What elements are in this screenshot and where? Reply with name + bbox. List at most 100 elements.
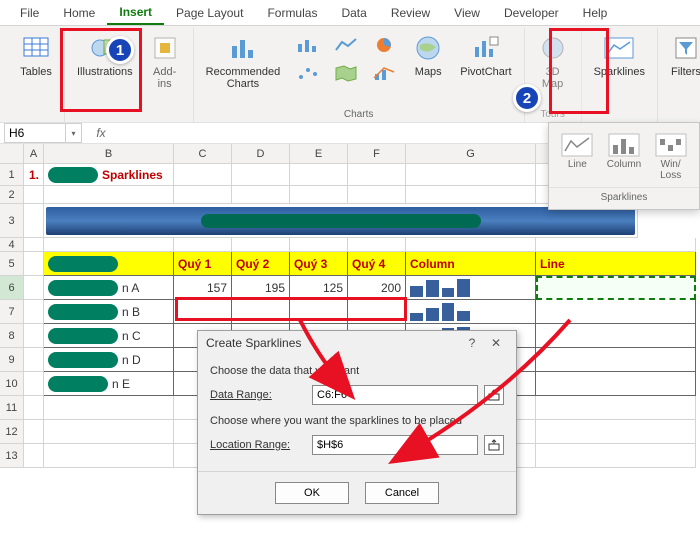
table-header[interactable]: Quý 1 (174, 252, 232, 276)
tab-review[interactable]: Review (379, 2, 442, 24)
cell[interactable]: n D (44, 348, 174, 372)
tours-group-label: Tours (540, 109, 564, 122)
tab-home[interactable]: Home (51, 2, 107, 24)
row-header[interactable]: 12 (0, 420, 24, 444)
cell[interactable]: 195 (232, 276, 290, 300)
cell[interactable]: 157 (174, 276, 232, 300)
row-header[interactable]: 3 (0, 204, 24, 238)
cell[interactable]: n A (44, 276, 174, 300)
cancel-button[interactable]: Cancel (365, 482, 439, 504)
sparkline-winloss-icon (655, 133, 687, 157)
col-header-d[interactable]: D (232, 144, 290, 163)
cell[interactable] (406, 276, 536, 300)
recommended-charts-button[interactable]: Recommended Charts (200, 30, 287, 92)
row-header[interactable]: 9 (0, 348, 24, 372)
location-range-picker[interactable] (484, 435, 504, 455)
recommended-charts-label: Recommended Charts (206, 66, 281, 90)
name-box-dropdown[interactable]: ▾ (66, 123, 82, 143)
chart-map-icon[interactable] (328, 60, 364, 86)
sparkline-column-button[interactable]: Column (602, 131, 646, 183)
table-header[interactable]: Column (406, 252, 536, 276)
row-header[interactable]: 1 (0, 164, 24, 186)
tab-view[interactable]: View (442, 2, 492, 24)
select-all-corner[interactable] (0, 144, 24, 163)
col-header-g[interactable]: G (406, 144, 536, 163)
cell[interactable]: 1. (24, 164, 44, 186)
illustrations-label: Illustrations (77, 66, 133, 78)
pivotchart-icon (470, 32, 502, 64)
chart-scatter-icon[interactable] (290, 60, 326, 86)
3d-map-button[interactable]: 3D Map (531, 30, 575, 92)
sparkline-column-icon (608, 133, 640, 157)
3d-map-label: 3D Map (542, 66, 563, 90)
maps-button[interactable]: Maps (406, 30, 450, 80)
group-tables: Tables (8, 28, 65, 122)
callout-badge-2: 2 (513, 84, 541, 112)
fx-icon[interactable]: fx (90, 126, 112, 140)
data-range-input[interactable] (312, 385, 478, 405)
data-range-picker[interactable] (484, 385, 504, 405)
sparkline-winloss-button[interactable]: Win/ Loss (649, 131, 693, 183)
table-header[interactable]: Quý 3 (290, 252, 348, 276)
row-header[interactable]: 11 (0, 396, 24, 420)
row-header[interactable]: 10 (0, 372, 24, 396)
row-header[interactable]: 4 (0, 238, 24, 252)
table-header[interactable]: Line (536, 252, 696, 276)
tab-developer[interactable]: Developer (492, 2, 571, 24)
group-filters: Filters (658, 28, 700, 122)
col-header-f[interactable]: F (348, 144, 406, 163)
data-range-label: Data Range: (210, 389, 306, 401)
section-title: Sparklines (102, 168, 163, 182)
cell[interactable]: n C (44, 324, 174, 348)
row-header[interactable]: 13 (0, 444, 24, 468)
row-header[interactable]: 2 (0, 186, 24, 204)
chart-column-icon[interactable] (290, 32, 326, 58)
ribbon-tabs: File Home Insert Page Layout Formulas Da… (0, 0, 700, 26)
sparkline-line-button[interactable]: Line (555, 131, 599, 183)
tab-formulas[interactable]: Formulas (255, 2, 329, 24)
ok-button[interactable]: OK (275, 482, 349, 504)
cell[interactable]: 200 (348, 276, 406, 300)
chart-line-icon[interactable] (328, 32, 364, 58)
selected-cell-h6[interactable] (536, 276, 696, 300)
cell[interactable]: 125 (290, 276, 348, 300)
sparklines-icon (603, 32, 635, 64)
dialog-close-button[interactable]: ✕ (484, 336, 508, 350)
table-header[interactable]: Quý 4 (348, 252, 406, 276)
row-header[interactable]: 5 (0, 252, 24, 276)
location-range-label: Location Range: (210, 439, 306, 451)
chart-pie-icon[interactable] (366, 32, 402, 58)
tab-insert[interactable]: Insert (107, 1, 164, 25)
sparklines-button[interactable]: Sparklines (588, 30, 651, 80)
tab-file[interactable]: File (8, 2, 51, 24)
name-box[interactable] (4, 123, 66, 143)
cell[interactable]: n E (44, 372, 174, 396)
table-header[interactable] (44, 252, 174, 276)
tables-label: Tables (20, 66, 52, 78)
cell[interactable]: n B (44, 300, 174, 324)
table-header[interactable]: Quý 2 (232, 252, 290, 276)
tables-button[interactable]: Tables (14, 30, 58, 80)
col-header-c[interactable]: C (174, 144, 232, 163)
sparklines-label: Sparklines (594, 66, 645, 78)
chart-combo-icon[interactable] (366, 60, 402, 86)
col-header-e[interactable]: E (290, 144, 348, 163)
row-header[interactable]: 7 (0, 300, 24, 324)
filters-button[interactable]: Filters (664, 30, 700, 80)
row-header[interactable]: 8 (0, 324, 24, 348)
tab-page-layout[interactable]: Page Layout (164, 2, 255, 24)
tab-help[interactable]: Help (571, 2, 620, 24)
filters-label: Filters (671, 66, 700, 78)
sparkline-column-label: Column (607, 159, 641, 170)
dialog-help-button[interactable]: ? (460, 336, 484, 350)
location-range-input[interactable] (312, 435, 478, 455)
col-header-a[interactable]: A (24, 144, 44, 163)
cell[interactable]: Sparklines (44, 164, 174, 186)
col-header-b[interactable]: B (44, 144, 174, 163)
pivotchart-button[interactable]: PivotChart (454, 30, 517, 80)
table-icon (20, 32, 52, 64)
row-header[interactable]: 6 (0, 276, 24, 300)
tab-data[interactable]: Data (329, 2, 378, 24)
callout-badge-1: 1 (106, 36, 134, 64)
addins-button[interactable]: Add- ins (143, 30, 187, 92)
